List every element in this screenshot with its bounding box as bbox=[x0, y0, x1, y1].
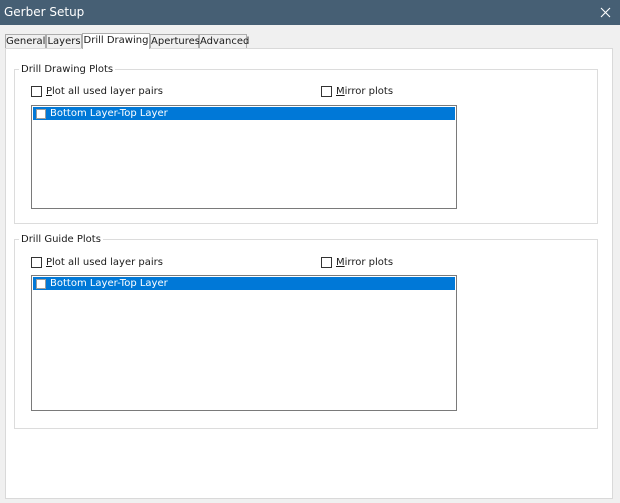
close-icon bbox=[600, 7, 610, 18]
tab-label: General bbox=[6, 36, 46, 47]
drill-drawing-layer-pairs-list[interactable]: Bottom Layer-Top Layer bbox=[31, 105, 457, 209]
drill-drawing-mirror-checkbox[interactable]: Mirror plots bbox=[321, 85, 393, 98]
window-title: Gerber Setup bbox=[4, 5, 85, 19]
group-title: Drill Drawing Plots bbox=[19, 63, 116, 76]
drill-guide-mirror-checkbox[interactable]: Mirror plots bbox=[321, 256, 393, 269]
drill-drawing-plots-group: Drill Drawing Plots Plot all used layer … bbox=[14, 63, 598, 224]
checkbox-box[interactable] bbox=[36, 108, 46, 119]
checkbox-box[interactable] bbox=[31, 86, 42, 97]
list-item-label: Bottom Layer-Top Layer bbox=[50, 108, 168, 119]
checkbox-label: Mirror plots bbox=[336, 86, 394, 97]
checkbox-box[interactable] bbox=[321, 257, 332, 268]
tab-general[interactable]: General bbox=[5, 34, 46, 49]
list-item[interactable]: Bottom Layer-Top Layer bbox=[33, 277, 455, 290]
checkbox-label: Plot all used layer pairs bbox=[46, 257, 163, 268]
checkbox-box[interactable] bbox=[36, 278, 46, 289]
drill-guide-layer-pairs-list[interactable]: Bottom Layer-Top Layer bbox=[31, 275, 457, 411]
checkbox-box[interactable] bbox=[321, 86, 332, 97]
group-title: Drill Guide Plots bbox=[19, 233, 103, 246]
tab-label: Advanced bbox=[200, 36, 250, 47]
tab-advanced[interactable]: Advanced bbox=[199, 34, 250, 49]
drill-drawing-plot-all-checkbox[interactable]: Plot all used layer pairs bbox=[31, 85, 163, 98]
drill-guide-plots-group: Drill Guide Plots Plot all used layer pa… bbox=[14, 233, 598, 429]
tab-label: Layers bbox=[47, 36, 81, 47]
close-button[interactable] bbox=[590, 0, 620, 25]
tab-label: Apertures bbox=[151, 36, 200, 47]
list-item-label: Bottom Layer-Top Layer bbox=[50, 278, 168, 289]
tab-label: Drill Drawing bbox=[83, 35, 149, 46]
tab-panel: Drill Drawing Plots Plot all used layer … bbox=[5, 48, 613, 499]
list-item[interactable]: Bottom Layer-Top Layer bbox=[33, 107, 455, 120]
checkbox-label: Mirror plots bbox=[336, 257, 394, 268]
checkbox-box[interactable] bbox=[31, 257, 42, 268]
drill-guide-plot-all-checkbox[interactable]: Plot all used layer pairs bbox=[31, 256, 163, 269]
tab-layers[interactable]: Layers bbox=[46, 34, 82, 49]
checkbox-label: Plot all used layer pairs bbox=[46, 86, 163, 97]
tab-strip: General Layers Drill Drawing Apertures A… bbox=[5, 33, 615, 49]
tab-apertures[interactable]: Apertures bbox=[150, 34, 200, 49]
tab-drill-drawing[interactable]: Drill Drawing bbox=[82, 33, 150, 49]
title-bar: Gerber Setup bbox=[0, 0, 620, 25]
